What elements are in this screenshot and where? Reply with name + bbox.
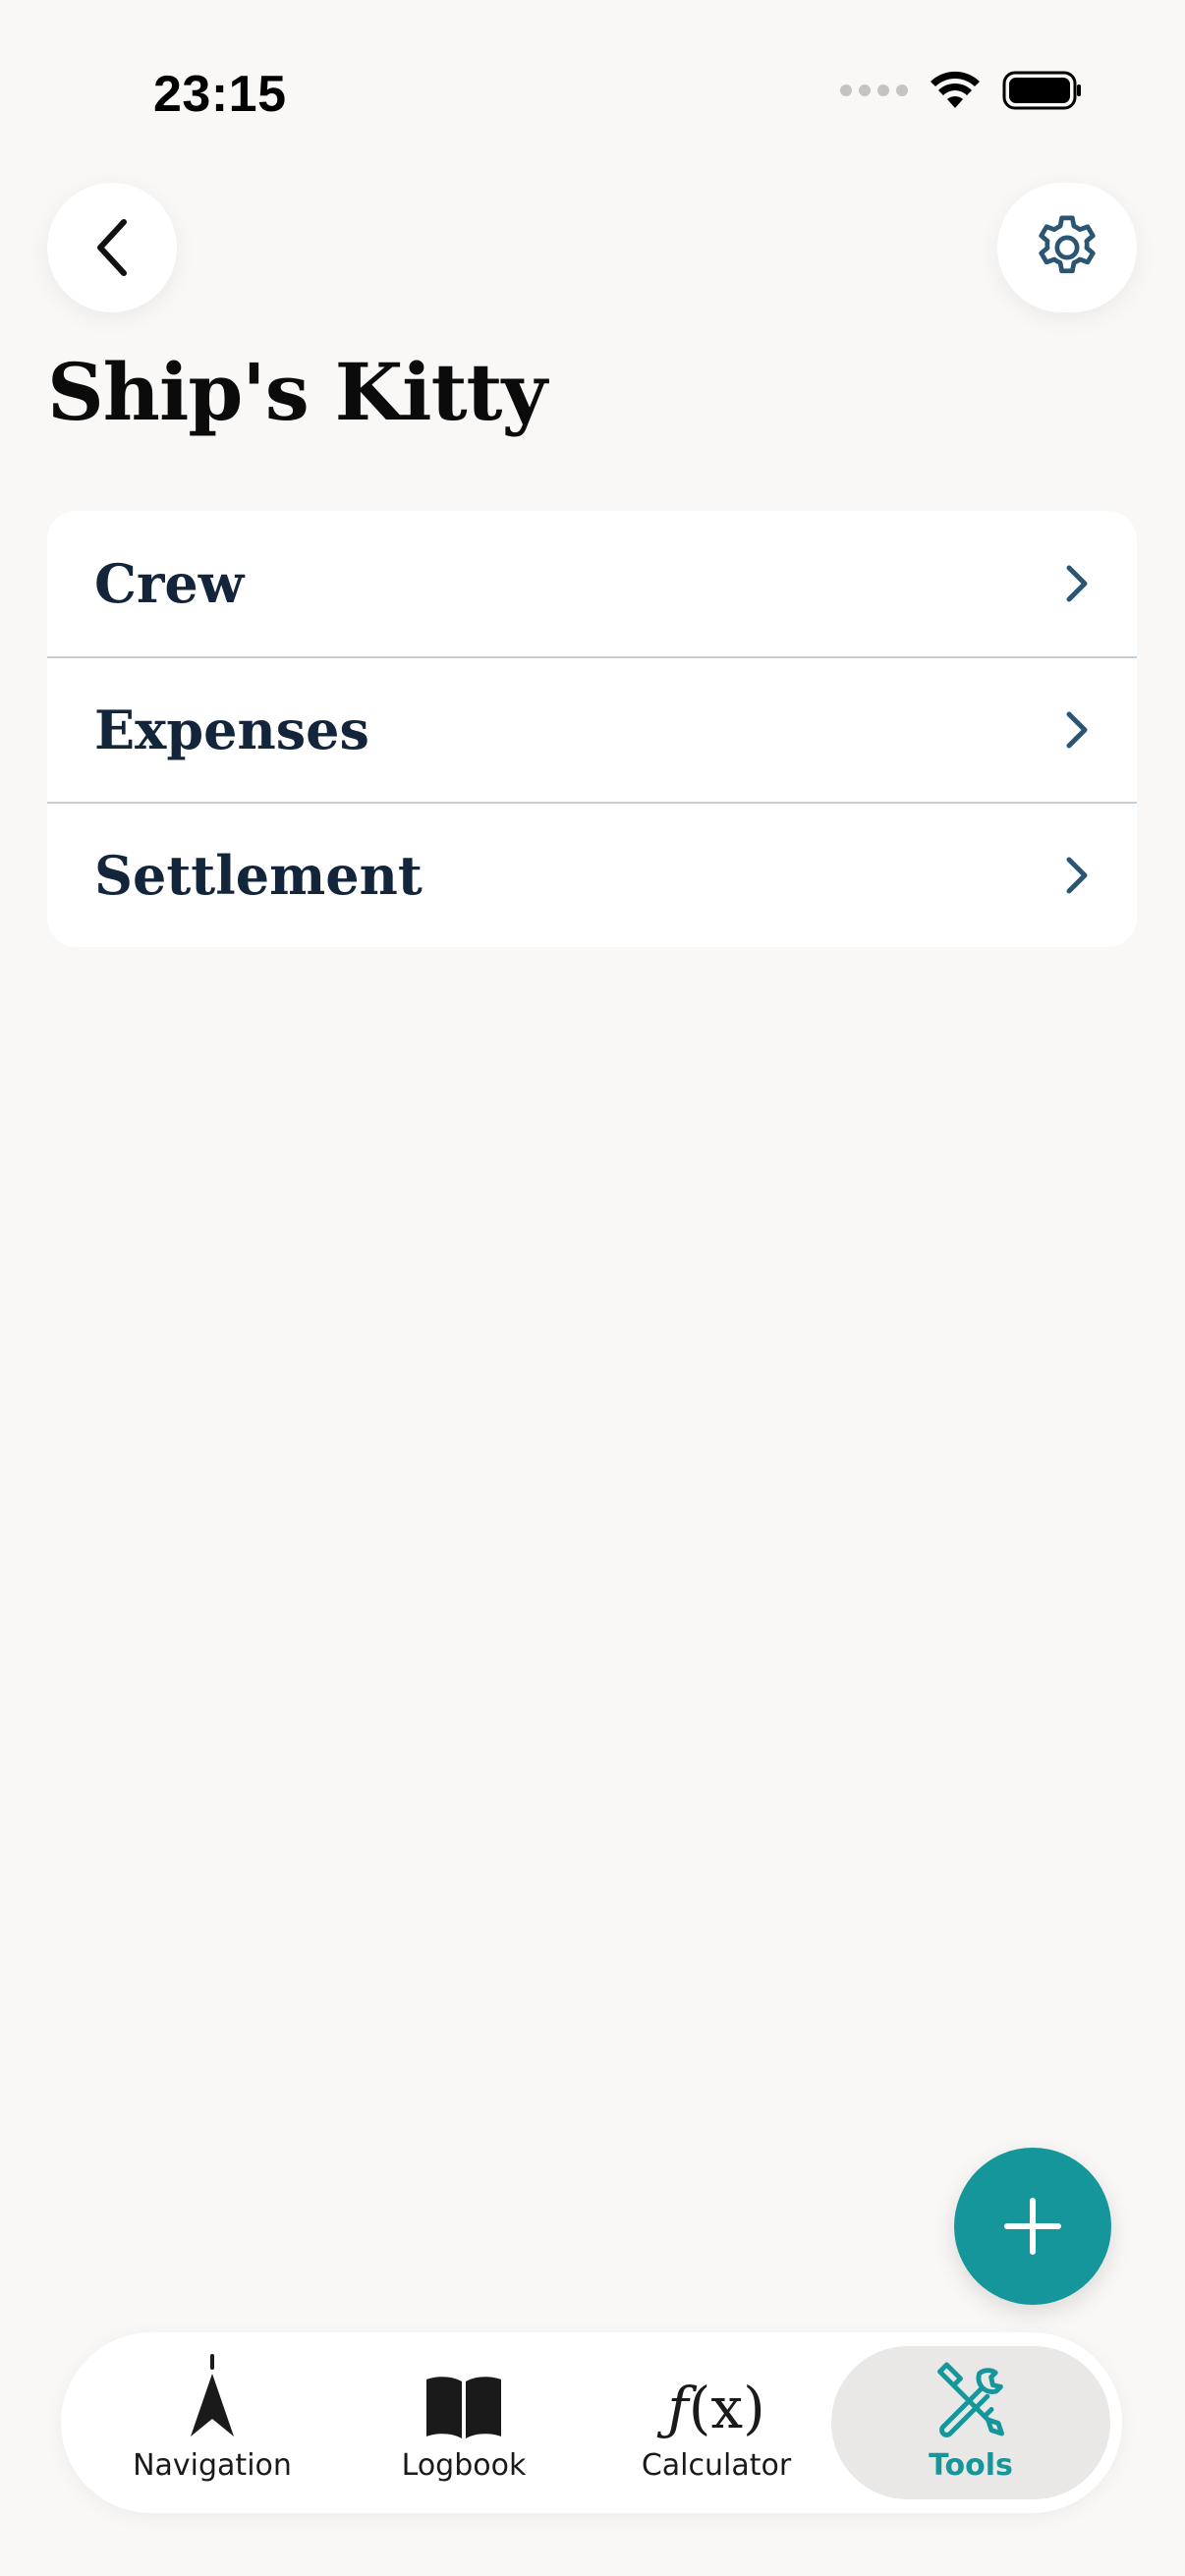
page-title: Ship's Kitty — [47, 346, 547, 438]
menu-item-label: Crew — [94, 552, 245, 615]
menu-list: Crew Expenses Settlement — [47, 511, 1137, 947]
battery-icon — [1002, 71, 1081, 110]
chevron-left-icon — [97, 219, 127, 276]
function-icon: ƒ(x) — [667, 2375, 765, 2441]
status-time: 23:15 — [153, 66, 287, 123]
compass-arrow-icon — [191, 2354, 234, 2436]
tab-label: Navigation — [133, 2448, 292, 2483]
back-button[interactable] — [47, 183, 177, 312]
tab-logbook[interactable]: Logbook — [336, 2346, 592, 2499]
menu-item-settlement[interactable]: Settlement — [47, 802, 1137, 947]
chevron-right-icon — [1066, 711, 1088, 749]
menu-item-expenses[interactable]: Expenses — [47, 656, 1137, 802]
tab-label: Calculator — [641, 2448, 792, 2483]
plus-icon — [1004, 2198, 1061, 2255]
menu-item-crew[interactable]: Crew — [47, 511, 1137, 656]
book-icon — [426, 2377, 501, 2438]
wifi-icon — [931, 71, 980, 108]
tab-calculator[interactable]: ƒ(x) Calculator — [589, 2346, 844, 2499]
tab-label: Tools — [929, 2448, 1013, 2483]
chevron-right-icon — [1066, 565, 1088, 602]
settings-button[interactable] — [997, 183, 1137, 312]
chevron-right-icon — [1066, 857, 1088, 894]
menu-item-label: Settlement — [94, 844, 423, 907]
tab-navigation[interactable]: Navigation — [85, 2346, 340, 2499]
menu-item-label: Expenses — [94, 699, 369, 761]
tab-tools[interactable]: Tools — [831, 2346, 1110, 2499]
status-icons — [840, 71, 1083, 110]
tab-label: Logbook — [401, 2448, 527, 2483]
gear-icon — [1039, 215, 1096, 274]
add-button[interactable] — [954, 2148, 1111, 2305]
tools-icon — [937, 2362, 1004, 2437]
tab-bar: Navigation Logbook ƒ(x) Calculator Tools — [61, 2332, 1122, 2513]
cellular-signal-icon — [840, 84, 908, 96]
